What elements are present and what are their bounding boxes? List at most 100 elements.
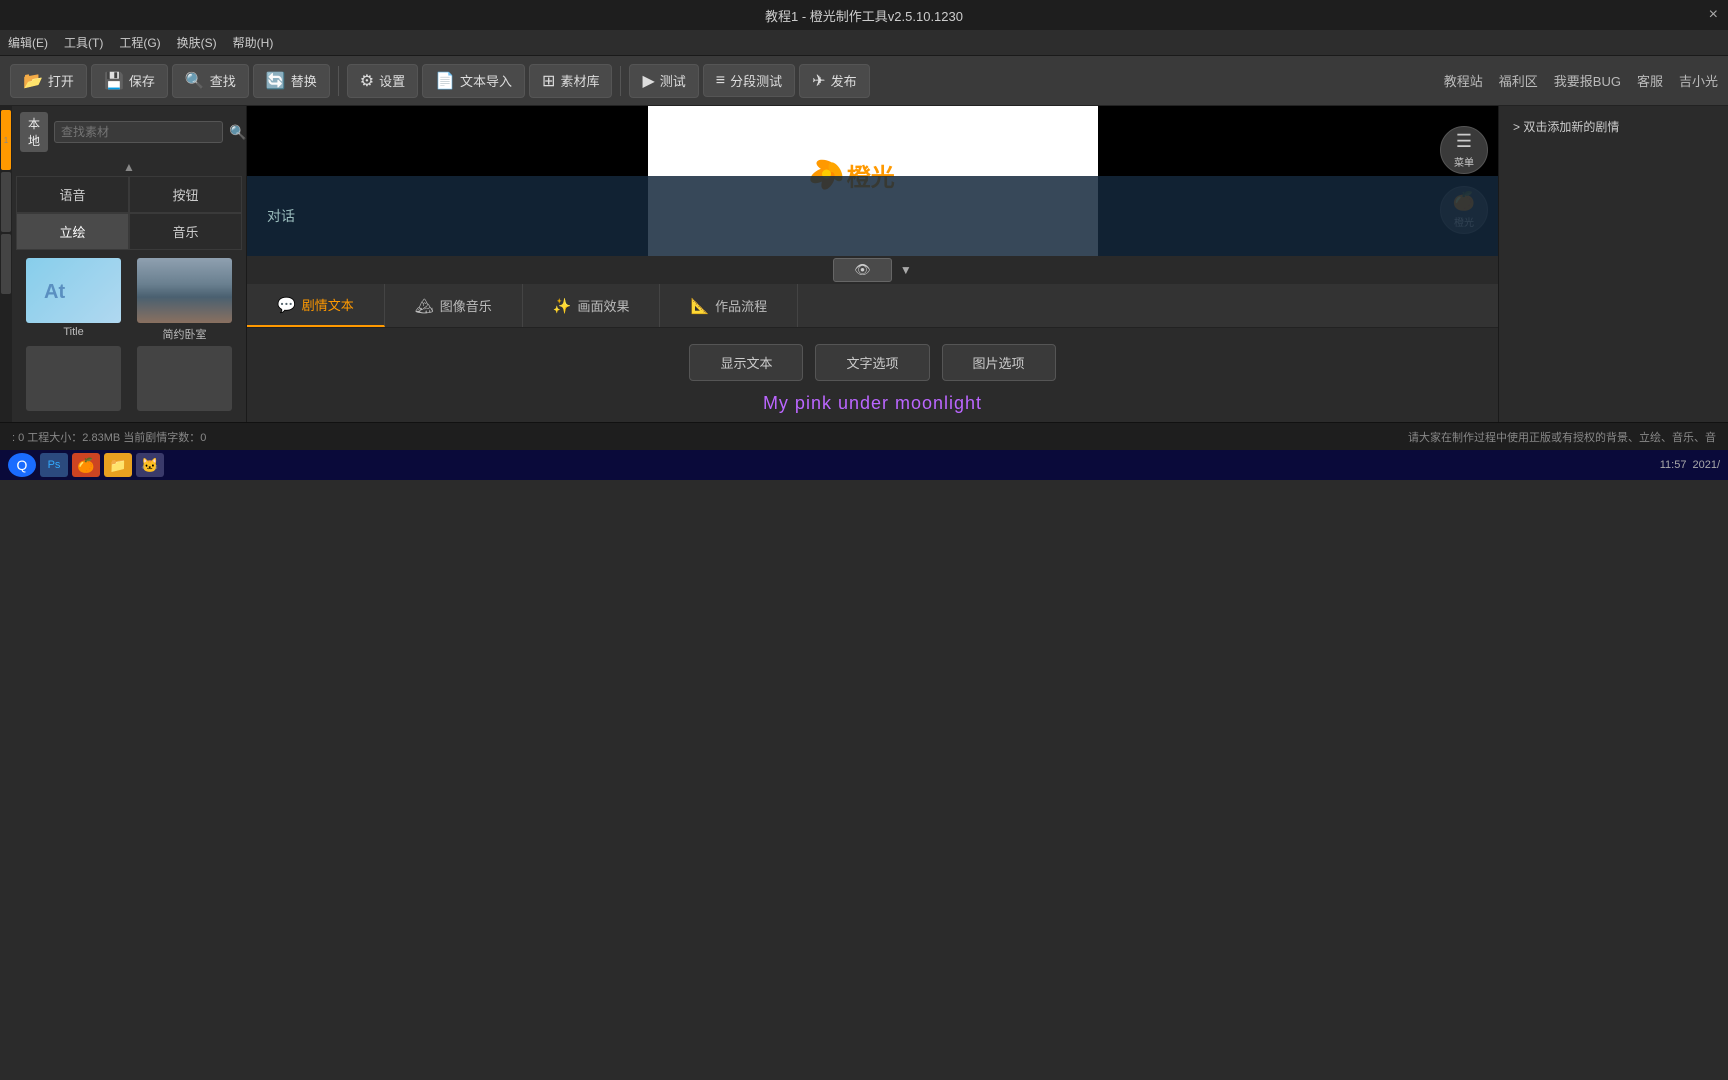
link-welfare[interactable]: 福利区 <box>1499 71 1538 90</box>
text-preview: My pink under moonlight <box>763 393 982 414</box>
taskbar-date: 2021/ <box>1692 459 1720 471</box>
category-grid: 语音 按钮 立绘 音乐 <box>12 176 246 250</box>
taskbar: Q Ps 🍊 📁 🐱 11:57 2021/ <box>0 450 1728 480</box>
scene-item-2[interactable] <box>1 172 11 232</box>
menu-skin[interactable]: 换肤(S) <box>177 34 217 51</box>
taskbar-clock: 11:57 2021/ <box>1660 459 1720 471</box>
menu-tools[interactable]: 工具(T) <box>64 34 103 51</box>
title-bar: 教程1 - 橙光制作工具v2.5.10.1230 × <box>0 0 1728 30</box>
seg-test-icon: ≡ <box>716 72 725 90</box>
asset-thumb-empty1 <box>26 346 121 411</box>
right-panel-header[interactable]: > 双击添加新的剧情 <box>1507 114 1720 139</box>
taskbar-cat[interactable]: 🐱 <box>136 453 164 477</box>
center-area: ☰ 菜单 🍊 橙光 * 可拖拽到屏幕上 <box>247 106 1498 422</box>
taskbar-ps[interactable]: Ps <box>40 453 68 477</box>
svg-text:At: At <box>44 281 65 303</box>
stage: ☰ 菜单 🍊 橙光 * 可拖拽到屏幕上 <box>247 106 1498 256</box>
local-tab[interactable]: 本地 <box>20 112 48 152</box>
open-button[interactable]: 📂 打开 <box>10 64 87 98</box>
right-panel-header-text: > 双击添加新的剧情 <box>1513 118 1619 135</box>
menu-float-button[interactable]: ☰ 菜单 <box>1440 126 1488 174</box>
status-right: 请大家在制作过程中使用正版或有授权的背景、立绘、音乐、音 <box>1408 429 1716 445</box>
eye-button[interactable]: 👁 <box>833 258 892 282</box>
asset-tabs: 本地 🔍 🔄 <box>12 106 246 158</box>
asset-thumb-empty2 <box>137 346 232 411</box>
menu-help[interactable]: 帮助(H) <box>233 34 274 51</box>
find-button[interactable]: 🔍 查找 <box>172 64 249 98</box>
dialogue-text: 对话 <box>267 206 295 226</box>
left-panel: 本地 🔍 🔄 ▲ 语音 按钮 立绘 音乐 At Title <box>12 106 247 422</box>
menu-project[interactable]: 工程(G) <box>119 34 160 51</box>
category-voice[interactable]: 语音 <box>16 176 129 213</box>
asset-title[interactable]: At Title <box>20 258 127 342</box>
category-music[interactable]: 音乐 <box>129 213 242 250</box>
show-text-button[interactable]: 显示文本 <box>689 344 803 381</box>
image-options-button[interactable]: 图片选项 <box>942 344 1056 381</box>
main-layout: 1 本地 🔍 🔄 ▲ 语音 按钮 立绘 音乐 At Titl <box>0 106 1728 422</box>
asset-thumb-room <box>137 258 232 323</box>
expand-button[interactable]: ▼ <box>900 263 912 277</box>
test-icon: ▶ <box>642 71 654 91</box>
asset-empty-1[interactable] <box>20 346 127 414</box>
close-button[interactable]: × <box>1709 6 1718 24</box>
eye-bar: 👁 ▼ <box>247 256 1498 284</box>
tab-script[interactable]: 💬 剧情文本 <box>247 284 385 327</box>
category-button[interactable]: 按钮 <box>129 176 242 213</box>
link-jixiaoguang[interactable]: 吉小光 <box>1679 71 1718 90</box>
replace-button[interactable]: 🔄 替换 <box>253 64 330 98</box>
seg-test-button[interactable]: ≡ 分段测试 <box>703 64 795 97</box>
asset-grid: At Title 简约卧室 <box>12 250 246 422</box>
asset-room[interactable]: 简约卧室 <box>131 258 238 342</box>
tab-media[interactable]: 🏔 图像音乐 <box>385 284 523 327</box>
tab-workflow[interactable]: 📐 作品流程 <box>660 284 798 327</box>
link-bugreport[interactable]: 我要报BUG <box>1554 71 1621 90</box>
right-panel: > 双击添加新的剧情 <box>1498 106 1728 422</box>
asset-label-title: Title <box>63 326 83 338</box>
asset-empty-2[interactable] <box>131 346 238 414</box>
editor-btn-row: 显示文本 文字选项 图片选项 <box>689 344 1055 381</box>
eye-icon: 👁 <box>854 262 871 277</box>
menu-edit[interactable]: 编辑(E) <box>8 34 48 51</box>
status-left: : 0 工程大小：2.83MB 当前剧情字数：0 <box>12 429 206 445</box>
scene-list: 1 <box>0 106 12 422</box>
tab-script-icon: 💬 <box>277 296 296 314</box>
scroll-up-arrow[interactable]: ▲ <box>12 158 246 176</box>
find-icon: 🔍 <box>185 71 205 91</box>
bottom-tabs: 💬 剧情文本 🏔 图像音乐 ✨ 画面效果 📐 作品流程 <box>247 284 1498 328</box>
asset-thumb-title: At <box>26 258 121 323</box>
settings-icon: ⚙ <box>360 71 374 91</box>
taskbar-qq[interactable]: Q <box>8 453 36 477</box>
assets-icon: ⊞ <box>542 71 555 91</box>
taskbar-apps: Q Ps 🍊 📁 🐱 <box>8 453 164 477</box>
separator <box>338 66 339 96</box>
replace-icon: 🔄 <box>266 71 286 91</box>
search-input[interactable] <box>54 121 223 143</box>
bottom-editor: 显示文本 文字选项 图片选项 My pink under moonlight <box>247 328 1498 422</box>
menu-bar: 编辑(E) 工具(T) 工程(G) 换肤(S) 帮助(H) <box>0 30 1728 56</box>
import-icon: 📄 <box>435 71 455 91</box>
tab-workflow-icon: 📐 <box>690 297 709 315</box>
text-options-button[interactable]: 文字选项 <box>815 344 929 381</box>
separator2 <box>620 66 621 96</box>
assets-button[interactable]: ⊞ 素材库 <box>529 64 612 98</box>
publish-icon: ✈ <box>812 71 825 91</box>
publish-button[interactable]: ✈ 发布 <box>799 64 869 98</box>
save-icon: 💾 <box>104 71 124 91</box>
test-button[interactable]: ▶ 测试 <box>629 64 698 98</box>
import-button[interactable]: 📄 文本导入 <box>422 64 525 98</box>
scene-item-1[interactable]: 1 <box>1 110 11 170</box>
toolbar: 📂 打开 💾 保存 🔍 查找 🔄 替换 ⚙ 设置 📄 文本导入 ⊞ 素材库 ▶ … <box>0 56 1728 106</box>
save-button[interactable]: 💾 保存 <box>91 64 168 98</box>
settings-button[interactable]: ⚙ 设置 <box>347 64 418 98</box>
taskbar-orange[interactable]: 🍊 <box>72 453 100 477</box>
link-tutorial[interactable]: 教程站 <box>1444 71 1483 90</box>
tab-effects[interactable]: ✨ 画面效果 <box>523 284 661 327</box>
link-service[interactable]: 客服 <box>1637 71 1663 90</box>
category-avatar[interactable]: 立绘 <box>16 213 129 250</box>
scene-item-3[interactable] <box>1 234 11 294</box>
toolbar-right-links: 教程站 福利区 我要报BUG 客服 吉小光 <box>1444 71 1718 90</box>
search-icon[interactable]: 🔍 <box>229 124 246 141</box>
taskbar-files[interactable]: 📁 <box>104 453 132 477</box>
tab-media-icon: 🏔 <box>415 297 434 315</box>
menu-float-icon: ☰ <box>1456 131 1472 152</box>
